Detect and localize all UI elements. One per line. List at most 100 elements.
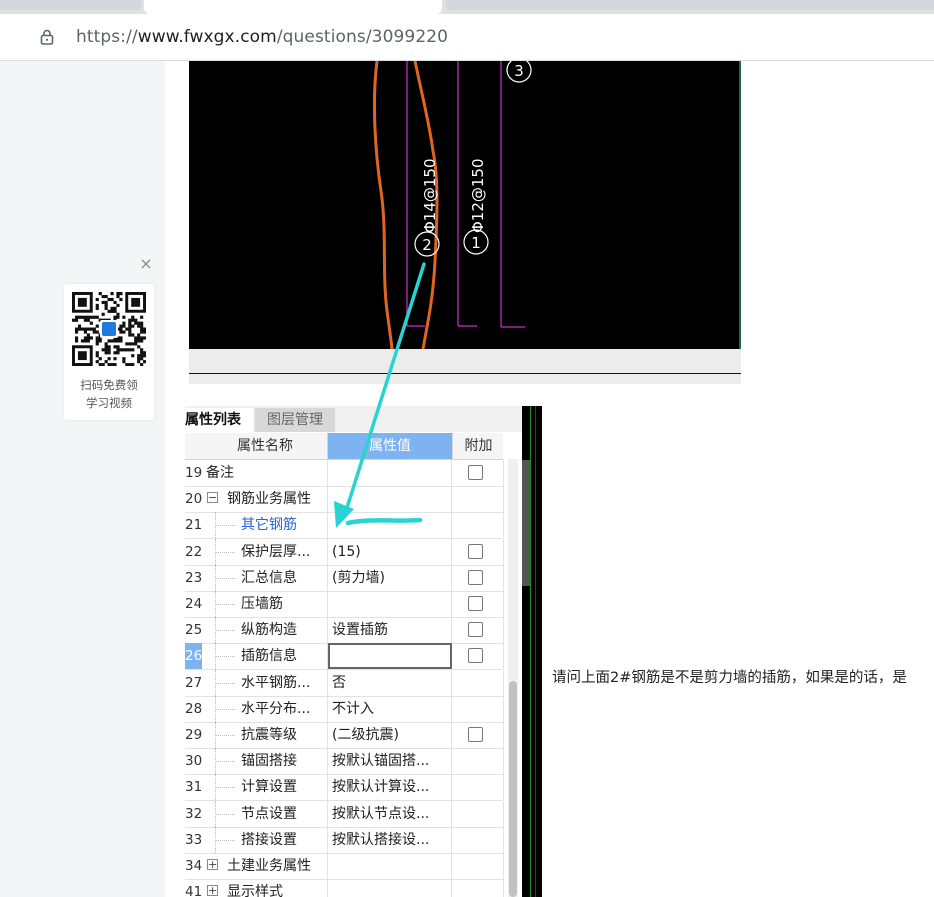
add-checkbox[interactable] [468,543,483,559]
add-checkbox[interactable] [468,648,483,664]
qr-module [107,348,111,352]
header-property-name[interactable]: 属性名称 [203,433,328,459]
header-property-value[interactable]: 属性值 [328,433,452,459]
browser-tab-inactive-left[interactable] [0,0,142,10]
property-name-cell[interactable]: 节点设置 [203,800,328,827]
qr-module [110,297,114,302]
property-value-cell[interactable] [328,486,452,513]
address-bar[interactable]: https://www.fwxgx.com/questions/3099220 [22,18,934,56]
property-name-cell[interactable]: 压墙筋 [203,591,328,617]
property-name-cell[interactable]: + 土建业务属性 [203,853,328,879]
property-row[interactable]: 20− 钢筋业务属性 [185,486,504,514]
property-name-cell[interactable]: 其它钢筋 [203,512,328,539]
property-name-cell[interactable]: 计算设置 [203,774,328,801]
expand-icon[interactable]: + [207,885,218,897]
property-name-cell[interactable]: 水平钢筋... [203,669,328,696]
property-value-cell[interactable] [328,879,452,897]
property-value-cell[interactable]: 按默认锚固搭... [328,748,452,775]
property-row[interactable]: 27 水平钢筋... 否 [185,669,504,697]
property-row[interactable]: 25 纵筋构造 设置插筋 [185,617,504,645]
qr-module [143,360,146,364]
add-checkbox[interactable] [468,622,483,638]
property-row[interactable]: 23 汇总信息 (剪力墙) [185,564,504,592]
property-row[interactable]: 19 备注 [185,460,504,487]
qr-module [140,348,144,352]
property-name-cell[interactable]: 抗震等级 [203,722,328,748]
property-row[interactable]: 26 插筋信息 [185,643,504,671]
qr-module [131,348,135,352]
property-name-cell[interactable]: + 显示样式 [203,879,328,897]
tab-layer-management[interactable]: 图层管理 [255,408,335,432]
property-row[interactable]: 21 其它钢筋 [185,512,504,540]
qr-module [116,339,120,343]
property-name-cell[interactable]: 汇总信息 [203,564,328,591]
add-checkbox[interactable] [468,569,483,585]
url-path: /questions/3099220 [276,27,449,47]
property-value-cell[interactable] [328,512,452,539]
qr-module [140,339,144,343]
qr-module [92,330,96,334]
property-row[interactable]: 32 节点设置 按默认节点设... [185,800,504,828]
property-value-cell[interactable] [328,643,452,670]
qr-module [131,333,135,337]
property-name-cell[interactable]: 备注 [203,460,328,486]
property-value-cell[interactable]: (15) [328,538,452,565]
property-row[interactable]: 30 锚固搭接 按默认锚固搭... [185,748,504,776]
url-text[interactable]: https://www.fwxgx.com/questions/3099220 [76,27,448,47]
property-row[interactable]: 34 + 土建业务属性 [185,853,504,880]
close-icon[interactable]: × [138,256,154,272]
qr-module [95,324,99,328]
property-name-cell[interactable]: 水平分布... [203,695,328,722]
qr-module [107,357,111,361]
property-value-cell[interactable]: (剪力墙) [328,564,452,591]
lock-icon[interactable] [40,29,54,45]
property-name-cell[interactable]: − 钢筋业务属性 [203,486,328,513]
property-row[interactable]: 22 保护层厚... (15) [185,538,504,566]
property-value-cell[interactable]: 设置插筋 [328,617,452,644]
property-value-cell[interactable]: (二级抗震) [328,722,452,748]
property-value-cell[interactable]: 不计入 [328,695,452,722]
property-row[interactable]: 28 水平分布... 不计入 [185,695,504,723]
panel-scrollbar[interactable] [508,459,518,897]
qr-module [143,330,146,334]
property-row[interactable]: 24 压墙筋 [185,591,504,618]
property-name-cell[interactable]: 插筋信息 [203,643,328,670]
qr-module [89,321,93,325]
qr-promo-card[interactable]: 扫码免费领 学习视频 [64,284,154,420]
property-value-cell[interactable]: 按默认节点设... [328,800,452,827]
add-checkbox[interactable] [468,465,483,480]
qr-module [119,330,123,334]
property-value-cell[interactable] [328,591,452,617]
property-value-cell[interactable] [328,853,452,879]
property-value-cell[interactable]: 按默认搭接设... [328,826,452,853]
qr-module [122,315,126,319]
row-number: 33 [185,831,202,848]
browser-tab-active[interactable] [144,0,442,14]
property-name-cell[interactable]: 搭接设置 [203,826,328,853]
cad-viewport-scrollbar[interactable] [522,460,530,586]
property-name-cell[interactable]: 纵筋构造 [203,617,328,644]
property-name-cell[interactable]: 保护层厚... [203,538,328,565]
panel-scrollbar-thumb[interactable] [509,681,517,897]
tab-property-list[interactable]: 属性列表 [185,408,253,432]
header-add[interactable]: 附加 [452,433,504,459]
property-row[interactable]: 33 搭接设置 按默认搭接设... [185,826,504,854]
add-checkbox[interactable] [468,727,483,742]
property-value-cell[interactable]: 按默认计算设... [328,774,452,801]
property-name-label: 钢筋业务属性 [227,491,311,508]
collapse-icon[interactable]: − [207,492,218,504]
property-value-cell[interactable]: 否 [328,669,452,696]
property-row[interactable]: 29 抗震等级 (二级抗震) [185,722,504,749]
add-checkbox[interactable] [468,596,483,611]
property-row[interactable]: 41 + 显示样式 [185,879,504,897]
qr-module [137,360,141,364]
property-name-cell[interactable]: 锚固搭接 [203,748,328,775]
tree-connector-branch [215,525,235,527]
expand-icon[interactable]: + [207,859,218,870]
property-row[interactable]: 31 计算设置 按默认计算设... [185,774,504,802]
qr-module [137,345,141,349]
qr-module [104,303,108,307]
qr-module [119,292,123,296]
browser-tab-inactive-right[interactable] [446,0,934,10]
property-value-cell[interactable] [328,460,452,486]
